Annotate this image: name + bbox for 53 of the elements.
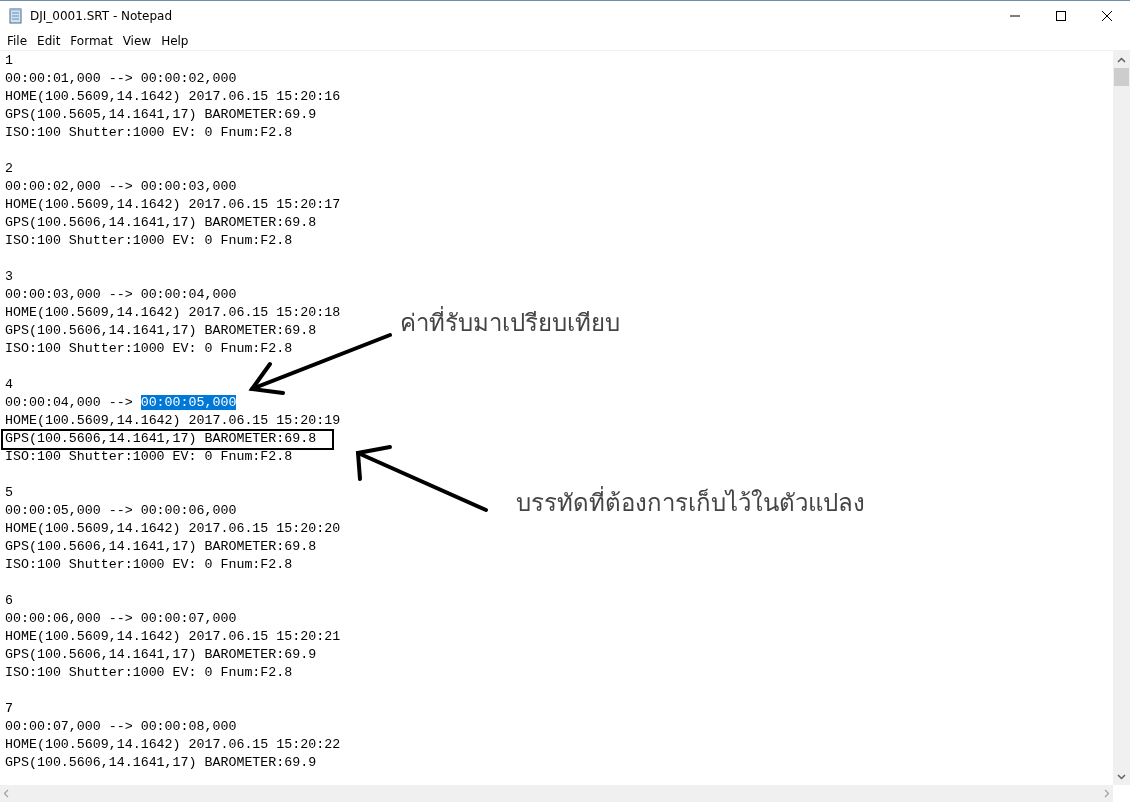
text-line: 5	[5, 485, 13, 500]
menu-item[interactable]: View	[117, 33, 157, 48]
text-line: GPS(100.5606,14.1641,17) BAROMETER:69.8	[5, 215, 317, 230]
text-line: 00:00:02,000 --> 00:00:03,000	[5, 179, 237, 194]
text-line: 6	[5, 593, 13, 608]
text-line: HOME(100.5609,14.1642) 2017.06.15 15:20:17	[5, 197, 341, 212]
text-line: GPS(100.5606,14.1641,17) BAROMETER:69.9	[5, 755, 317, 770]
scroll-down-icon[interactable]	[1117, 774, 1126, 780]
text-line: HOME(100.5609,14.1642) 2017.06.15 15:20:22	[5, 737, 341, 752]
text-line: ISO:100 Shutter:1000 EV: 0 Fnum:F2.8	[5, 449, 293, 464]
text-line: 00:00:03,000 --> 00:00:04,000	[5, 287, 237, 302]
text-line: HOME(100.5609,14.1642) 2017.06.15 15:20:18	[5, 305, 341, 320]
text-line: 00:00:06,000 --> 00:00:07,000	[5, 611, 237, 626]
text-line: ISO:100 Shutter:1000 EV: 0 Fnum:F2.8	[5, 665, 293, 680]
text-line: GPS(100.5605,14.1641,17) BAROMETER:69.9	[5, 107, 317, 122]
text-line: HOME(100.5609,14.1642) 2017.06.15 15:20:20	[5, 521, 341, 536]
notepad-icon	[8, 8, 24, 24]
menu-item[interactable]: Edit	[32, 33, 66, 48]
scroll-thumb[interactable]	[1114, 68, 1129, 86]
text-line: GPS(100.5606,14.1641,17) BAROMETER:69.8	[5, 539, 317, 554]
text-line: GPS(100.5606,14.1641,17) BAROMETER:69.8	[5, 431, 317, 446]
scroll-left-icon[interactable]	[3, 789, 9, 798]
horizontal-scrollbar[interactable]	[0, 785, 1113, 802]
window-title: DJI_0001.SRT - Notepad	[30, 9, 174, 23]
text-line: GPS(100.5606,14.1641,17) BAROMETER:69.9	[5, 647, 317, 662]
text-line: HOME(100.5609,14.1642) 2017.06.15 15:20:16	[5, 89, 341, 104]
text-line: ISO:100 Shutter:1000 EV: 0 Fnum:F2.8	[5, 125, 293, 140]
annotation-text: บรรทัดที่ต้องการเก็บไว้ในตัวแปลง	[516, 483, 865, 522]
annotation-text: ค่าที่รับมาเปรียบเทียบ	[400, 303, 620, 342]
menu-item[interactable]: Help	[156, 33, 194, 48]
text-line: 00:00:05,000 --> 00:00:06,000	[5, 503, 237, 518]
text-line: 00:00:01,000 --> 00:00:02,000	[5, 71, 237, 86]
text-line: HOME(100.5609,14.1642) 2017.06.15 15:20:21	[5, 629, 341, 644]
text-line: 1	[5, 53, 13, 68]
selected-text: 00:00:05,000	[140, 395, 237, 410]
menu-item[interactable]: Format	[65, 33, 118, 48]
text-line: HOME(100.5609,14.1642) 2017.06.15 15:20:19	[5, 413, 341, 428]
text-line: ISO:100 Shutter:1000 EV: 0 Fnum:F2.8	[5, 233, 293, 248]
text-line: 4	[5, 377, 13, 392]
text-line: 00:00:04,000 -->	[5, 395, 134, 410]
scroll-right-icon[interactable]	[1104, 789, 1110, 798]
vertical-scrollbar[interactable]	[1113, 51, 1130, 785]
menu-item[interactable]: File	[2, 33, 33, 48]
text-line: ISO:100 Shutter:1000 EV: 0 Fnum:F2.8	[5, 557, 293, 572]
text-line: ISO:100 Shutter:1000 EV: 0 Fnum:F2.8	[5, 341, 293, 356]
text-line: 7	[5, 701, 13, 716]
scroll-up-icon[interactable]	[1117, 57, 1126, 63]
text-line: 3	[5, 269, 13, 284]
close-icon	[1102, 11, 1112, 21]
text-line: GPS(100.5606,14.1641,17) BAROMETER:69.8	[5, 323, 317, 338]
text-line: 00:00:07,000 --> 00:00:08,000	[5, 719, 237, 734]
text-line: 2	[5, 161, 13, 176]
maximize-icon	[1056, 11, 1066, 21]
